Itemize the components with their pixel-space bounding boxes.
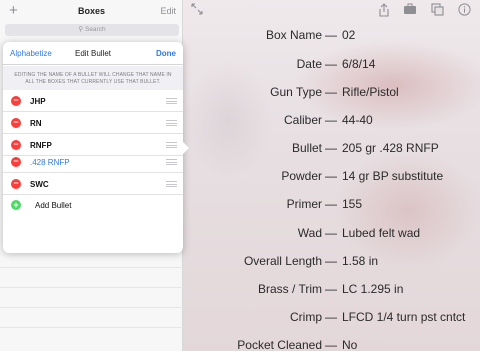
delete-icon[interactable]: − bbox=[11, 179, 21, 189]
detail-row-pocket-cleaned: Pocket Cleaned — No bbox=[183, 338, 480, 351]
detail-row-primer: Primer — 155 bbox=[183, 197, 480, 217]
detail-row-overall-length: Overall Length — 1.58 in bbox=[183, 254, 480, 274]
bullet-name[interactable]: RNFP bbox=[30, 141, 52, 150]
detail-label: Powder bbox=[281, 169, 322, 183]
detail-separator: — bbox=[325, 254, 337, 268]
detail-label: Brass / Trim bbox=[257, 282, 322, 296]
bullet-name[interactable]: SWC bbox=[30, 180, 49, 189]
detail-value: 205 gr .428 RNFP bbox=[342, 141, 439, 155]
boxes-title: Boxes bbox=[77, 6, 105, 16]
add-icon[interactable]: + bbox=[11, 200, 21, 210]
detail-label: Box Name bbox=[265, 28, 322, 42]
bullet-row[interactable]: − SWC bbox=[3, 174, 183, 195]
detail-row-box-name: Box Name — 02 bbox=[183, 28, 480, 48]
delete-icon[interactable]: − bbox=[11, 118, 21, 128]
briefcase-icon[interactable] bbox=[402, 3, 418, 19]
detail-label: Wad bbox=[297, 226, 322, 240]
box-detail-pane: Box Name — 02 Date — 6/8/14 Gun Type — R… bbox=[183, 0, 480, 351]
popover-header: Alphabetize Edit Bullet Done bbox=[3, 42, 183, 65]
bullet-row[interactable]: − RN bbox=[3, 113, 183, 134]
detail-label: Bullet bbox=[291, 141, 322, 155]
share-icon[interactable] bbox=[376, 3, 392, 19]
detail-label: Caliber bbox=[283, 113, 322, 127]
detail-label: Gun Type bbox=[270, 85, 322, 99]
detail-separator: — bbox=[325, 197, 337, 211]
detail-label: Primer bbox=[286, 197, 322, 211]
detail-separator: — bbox=[325, 338, 337, 351]
list-divider bbox=[0, 327, 183, 328]
detail-value: 14 gr BP substitute bbox=[342, 169, 444, 183]
detail-separator: — bbox=[325, 226, 337, 240]
popover-arrow bbox=[183, 142, 189, 154]
detail-separator: — bbox=[325, 141, 337, 155]
detail-value: Lubed felt wad bbox=[342, 226, 421, 240]
add-bullet-label[interactable]: Add Bullet bbox=[35, 201, 71, 210]
reorder-handle-icon[interactable] bbox=[166, 181, 177, 187]
reorder-handle-icon[interactable] bbox=[166, 159, 177, 165]
search-placeholder: Search bbox=[84, 26, 106, 33]
detail-value: 02 bbox=[342, 28, 356, 42]
detail-label: Crimp bbox=[290, 310, 322, 324]
detail-row-caliber: Caliber — 44-40 bbox=[183, 113, 480, 133]
list-divider bbox=[0, 287, 183, 288]
delete-icon[interactable]: − bbox=[11, 157, 21, 167]
detail-value: LC 1.295 in bbox=[342, 282, 404, 296]
bullet-name[interactable]: JHP bbox=[30, 97, 46, 106]
detail-separator: — bbox=[325, 169, 337, 183]
detail-value: Rifle/Pistol bbox=[342, 85, 399, 99]
detail-value: 44-40 bbox=[342, 113, 373, 127]
edit-warning-note: EDITING THE NAME OF A BULLET WILL CHANGE… bbox=[3, 66, 183, 90]
add-bullet-row[interactable]: + Add Bullet bbox=[3, 195, 183, 216]
detail-separator: — bbox=[325, 28, 337, 42]
delete-icon[interactable]: − bbox=[11, 140, 21, 150]
info-icon[interactable] bbox=[456, 3, 472, 19]
detail-row-gun-type: Gun Type — Rifle/Pistol bbox=[183, 85, 480, 105]
expand-icon[interactable] bbox=[189, 3, 205, 19]
bullet-row-selected[interactable]: − .428 RNFP bbox=[3, 152, 183, 173]
reorder-handle-icon[interactable] bbox=[166, 98, 177, 104]
detail-separator: — bbox=[325, 282, 337, 296]
detail-row-bullet: Bullet — 205 gr .428 RNFP bbox=[183, 141, 480, 161]
reorder-handle-icon[interactable] bbox=[166, 142, 177, 148]
delete-icon[interactable]: − bbox=[11, 96, 21, 106]
detail-label: Date bbox=[296, 57, 322, 71]
detail-separator: — bbox=[325, 310, 337, 324]
bullet-name[interactable]: .428 RNFP bbox=[30, 158, 70, 167]
detail-row-wad: Wad — Lubed felt wad bbox=[183, 226, 480, 246]
detail-label: Overall Length bbox=[243, 254, 322, 268]
copy-icon[interactable] bbox=[429, 3, 445, 19]
list-divider bbox=[0, 307, 183, 308]
edit-bullet-popover: Alphabetize Edit Bullet Done EDITING THE… bbox=[3, 42, 189, 253]
detail-label: Pocket Cleaned bbox=[237, 338, 322, 351]
bullet-row[interactable]: − JHP bbox=[3, 91, 183, 112]
bullet-name[interactable]: RN bbox=[30, 119, 42, 128]
detail-row-brass-trim: Brass / Trim — LC 1.295 in bbox=[183, 282, 480, 302]
search-field[interactable]: ⚲ Search bbox=[5, 24, 179, 36]
detail-separator: — bbox=[325, 113, 337, 127]
detail-value: LFCD 1/4 turn pst cntct bbox=[342, 310, 466, 324]
reorder-handle-icon[interactable] bbox=[166, 120, 177, 126]
detail-separator: — bbox=[325, 57, 337, 71]
detail-row-crimp: Crimp — LFCD 1/4 turn pst cntct bbox=[183, 310, 480, 330]
detail-row-powder: Powder — 14 gr BP substitute bbox=[183, 169, 480, 189]
done-button[interactable]: Done bbox=[156, 49, 176, 58]
detail-value: 6/8/14 bbox=[342, 57, 376, 71]
detail-row-date: Date — 6/8/14 bbox=[183, 57, 480, 77]
detail-value: No bbox=[342, 338, 358, 351]
detail-value: 1.58 in bbox=[342, 254, 379, 268]
edit-boxes-button[interactable]: Edit bbox=[160, 6, 176, 16]
detail-value: 155 bbox=[342, 197, 363, 211]
list-divider bbox=[0, 267, 183, 268]
search-icon: ⚲ bbox=[78, 26, 84, 33]
detail-separator: — bbox=[325, 85, 337, 99]
